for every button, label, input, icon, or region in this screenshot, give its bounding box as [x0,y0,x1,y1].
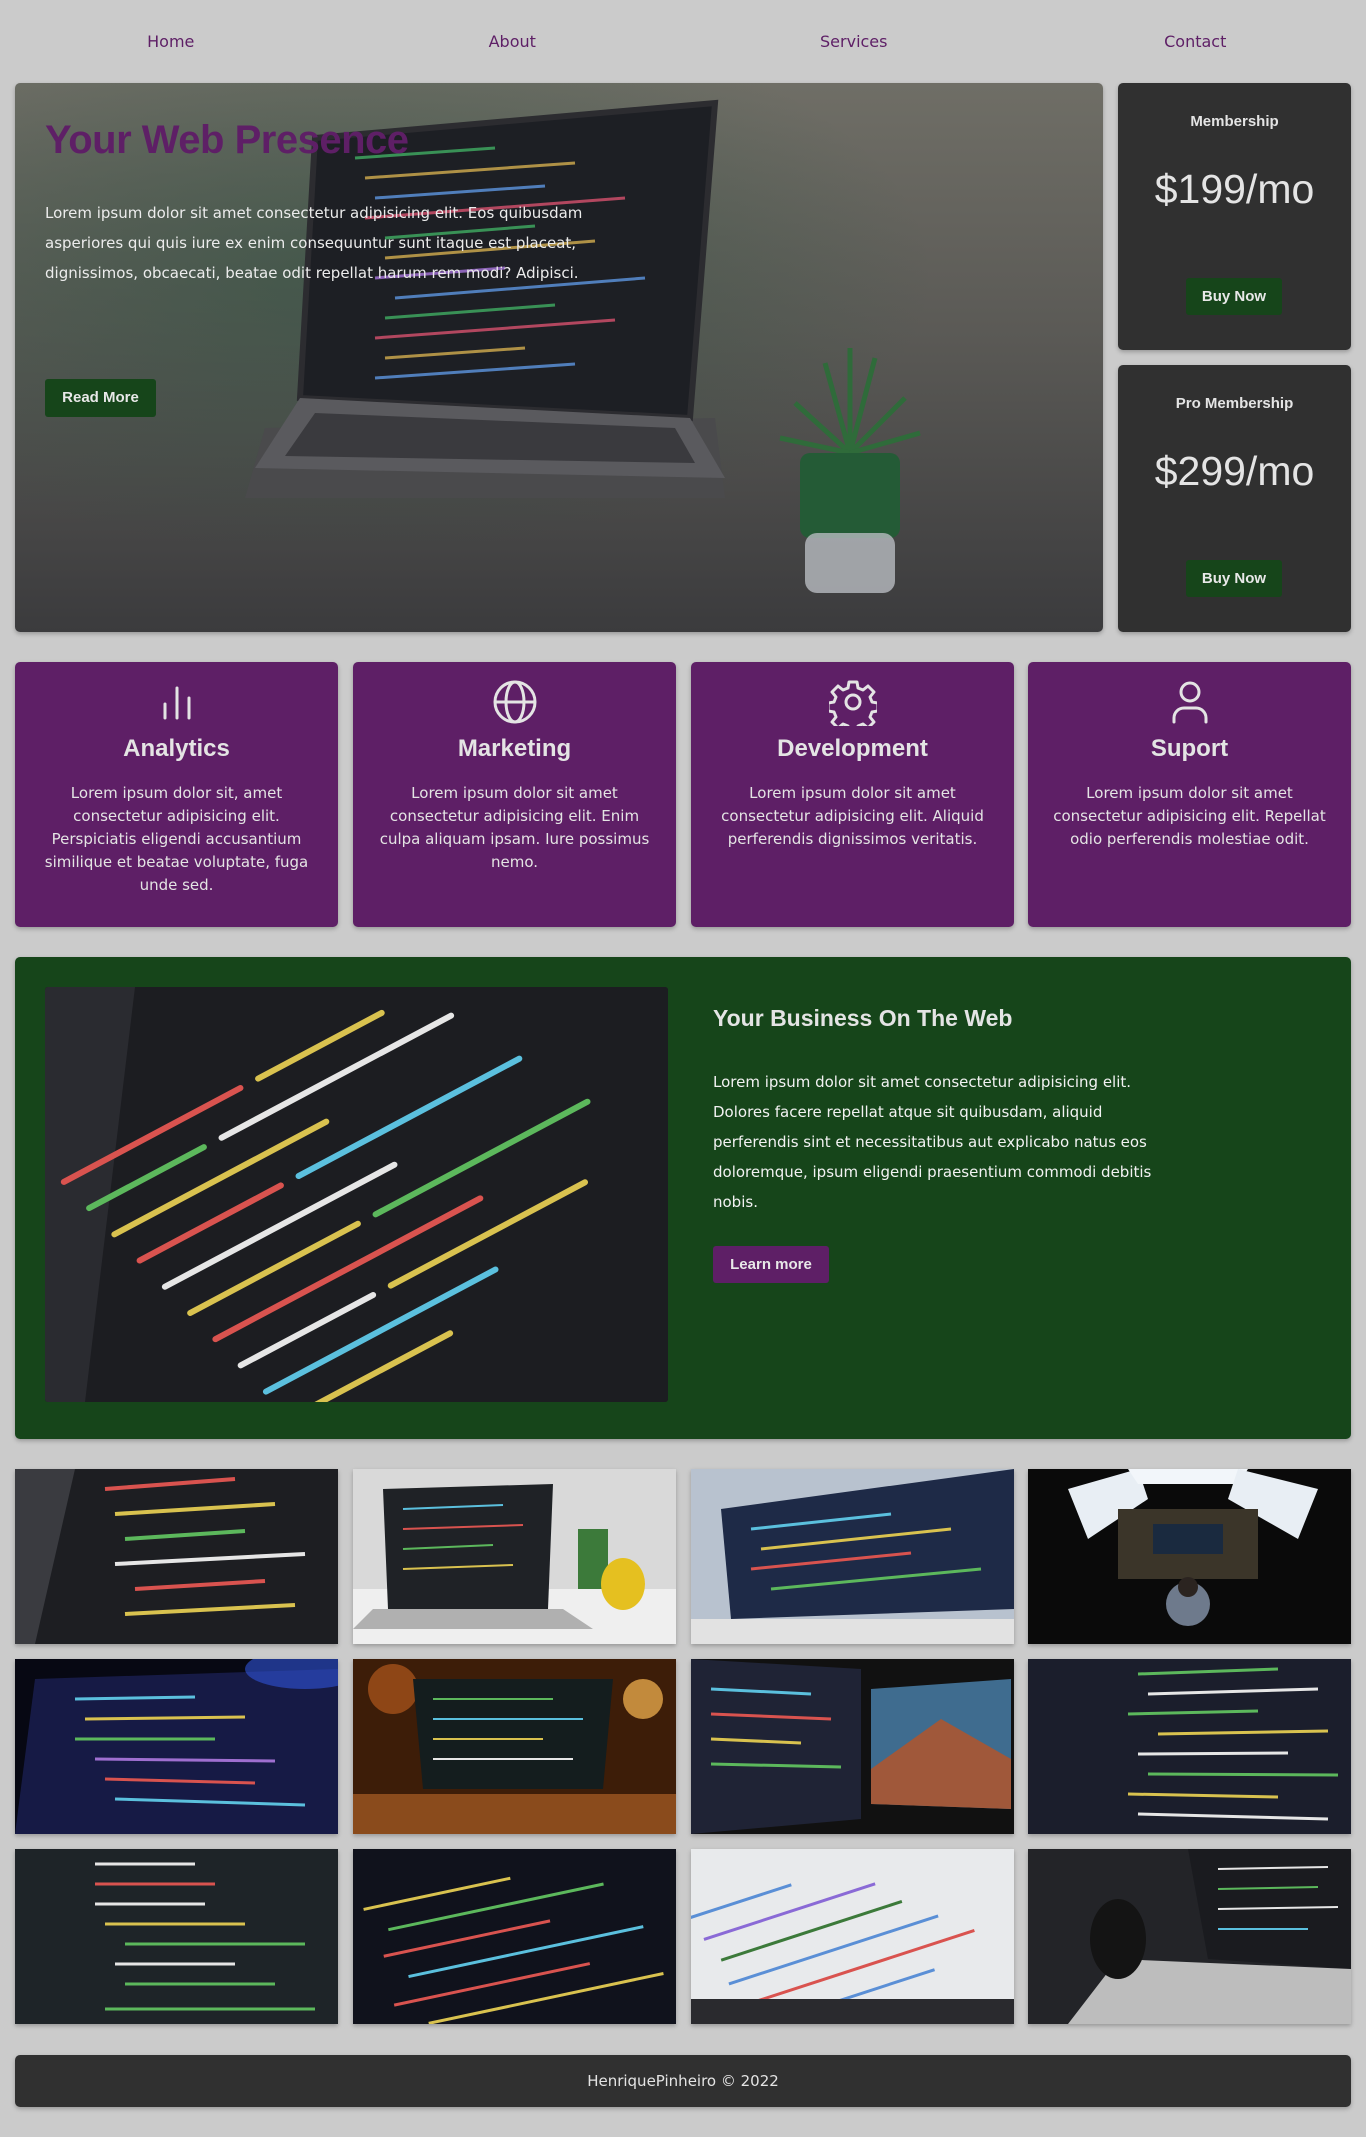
code-photo [45,987,668,1402]
feature-title: Suport [1150,735,1229,762]
globe-icon [493,680,537,724]
feature-card-analytics: Analytics Lorem ipsum dolor sit, amet co… [15,662,338,927]
footer: HenriquePinheiro © 2022 [15,2055,1351,2107]
footer-copyright: HenriquePinheiro © 2022 [587,2072,779,2090]
gallery-image[interactable] [353,1849,676,2024]
feature-card-development: Development Lorem ipsum dolor sit amet c… [691,662,1014,927]
buy-now-button[interactable]: Buy Now [1186,560,1282,597]
gallery-image[interactable] [15,1849,338,2024]
user-icon [1172,681,1208,724]
gallery-image[interactable] [15,1659,338,1834]
feature-card-marketing: Marketing Lorem ipsum dolor sit amet con… [353,662,676,927]
feature-text: Lorem ipsum dolor sit amet consectetur a… [721,784,984,848]
learn-more-button[interactable]: Learn more [713,1246,829,1283]
gallery-image[interactable] [353,1469,676,1644]
gallery-image[interactable] [1028,1469,1351,1644]
pro-membership-card: Pro Membership $299/mo Buy Now [1118,365,1351,632]
plan-price: $199/mo [1154,166,1315,212]
gallery-image[interactable] [1028,1659,1351,1834]
hero-text: Lorem ipsum dolor sit amet consectetur a… [45,204,583,282]
hero-section: Your Web Presence Lorem ipsum dolor sit … [15,83,1103,632]
nav-about-link[interactable]: About [342,32,684,51]
feature-card-support: Suport Lorem ipsum dolor sit amet consec… [1028,662,1351,927]
buy-now-button[interactable]: Buy Now [1186,278,1282,315]
plan-name: Pro Membership [1175,395,1294,412]
hero-title: Your Web Presence [45,118,409,162]
gallery-image[interactable] [15,1469,338,1644]
business-section: Your Business On The Web Lorem ipsum dol… [15,957,1351,1439]
plant-photo [779,348,921,593]
feature-text: Lorem ipsum dolor sit, amet consectetur … [44,784,309,894]
feature-title: Analytics [123,735,230,762]
feature-text: Lorem ipsum dolor sit amet consectetur a… [1053,784,1326,848]
gallery-image[interactable] [691,1659,1014,1834]
nav-contact-link[interactable]: Contact [1025,32,1366,51]
bar-chart-icon [163,686,191,720]
business-text: Lorem ipsum dolor sit amet consectetur a… [713,1073,1152,1211]
top-nav: Home About Services Contact [0,0,1366,82]
plan-price: $299/mo [1154,448,1315,494]
feature-title: Marketing [457,735,572,762]
gallery-image[interactable] [691,1469,1014,1644]
gear-icon [829,680,877,726]
membership-card: Membership $199/mo Buy Now [1118,83,1351,350]
feature-text: Lorem ipsum dolor sit amet consectetur a… [379,784,650,871]
feature-title: Development [777,735,928,762]
gallery-image[interactable] [691,1849,1014,2024]
nav-services-link[interactable]: Services [683,32,1025,51]
business-title: Your Business On The Web [713,1005,1013,1031]
nav-home-link[interactable]: Home [0,32,342,51]
gallery-image[interactable] [1028,1849,1351,2024]
read-more-button[interactable]: Read More [45,379,156,417]
gallery-image[interactable] [353,1659,676,1834]
plan-name: Membership [1190,113,1279,130]
